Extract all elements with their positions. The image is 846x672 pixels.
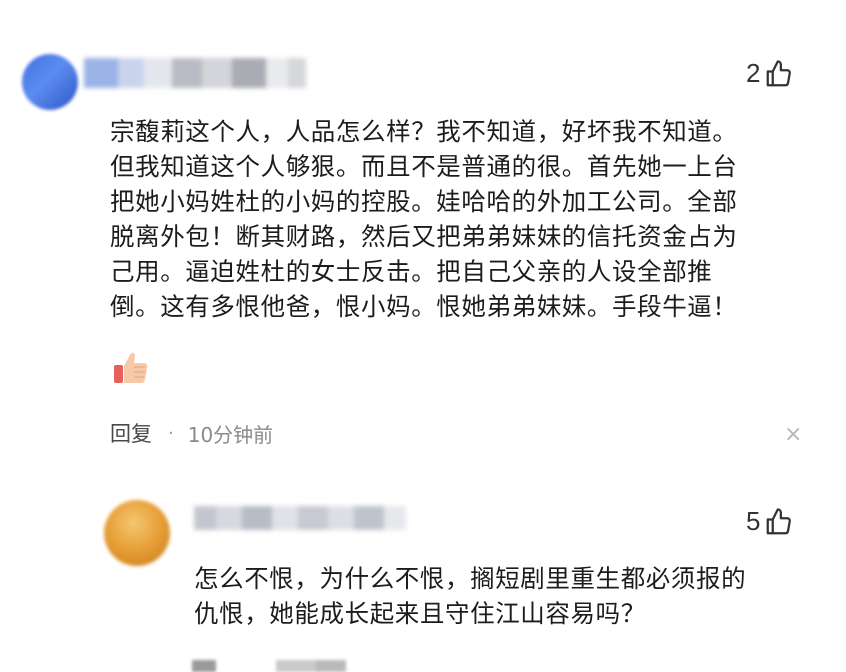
comment-text: 怎么不恨，为什么不恨，搁短剧里重生都必须报的 仇恨，她能成长起来且守住江山容易吗… bbox=[194, 561, 814, 631]
like-count: 2 bbox=[746, 58, 761, 88]
thumbs-up-emoji-icon bbox=[112, 349, 150, 385]
comment-text-line: 己用。逼迫姓杜的女士反击。把自己父亲的人设全部推 bbox=[110, 257, 713, 286]
close-icon[interactable]: × bbox=[784, 424, 802, 446]
thumbs-up-outline-icon bbox=[764, 59, 794, 89]
comment-text: 宗馥莉这个人，人品怎么样？我不知道，好坏我不知道。 但我知道这个人够狠。而且不是… bbox=[110, 114, 810, 324]
username-blurred[interactable] bbox=[84, 58, 306, 88]
comment-text-line: 把她小妈姓杜的小妈的控股。娃哈哈的外加工公司。全部 bbox=[110, 187, 738, 216]
comment-text-line: 但我知道这个人够狠。而且不是普通的很。首先她一上台 bbox=[110, 152, 738, 181]
comment-text-line: 脱离外包！断其财路，然后又把弟弟妹妹的信托资金占为 bbox=[110, 222, 738, 251]
comment-text-line: 宗馥莉这个人，人品怎么样？我不知道，好坏我不知道。 bbox=[110, 117, 738, 146]
comment-timestamp: 10分钟前 bbox=[187, 422, 274, 447]
comment-meta: 回复 · 10分钟前 bbox=[110, 418, 273, 448]
thumbs-up-outline-icon bbox=[764, 507, 794, 537]
meta-separator: · bbox=[168, 422, 174, 444]
next-meta-cutoff bbox=[192, 660, 346, 672]
like-button[interactable]: 2 bbox=[746, 58, 794, 89]
comment-text-line: 怎么不恨，为什么不恨，搁短剧里重生都必须报的 bbox=[194, 564, 747, 593]
like-button[interactable]: 5 bbox=[746, 506, 794, 537]
comment-text-line: 倒。这有多恨他爸，恨小妈。恨她弟弟妹妹。手段牛逼！ bbox=[110, 292, 738, 321]
username-blurred[interactable] bbox=[194, 506, 406, 530]
like-count: 5 bbox=[746, 506, 761, 536]
avatar[interactable] bbox=[22, 54, 78, 110]
comment-text-line: 仇恨，她能成长起来且守住江山容易吗？ bbox=[194, 599, 646, 628]
avatar[interactable] bbox=[104, 500, 170, 566]
reply-button[interactable]: 回复 bbox=[110, 418, 152, 448]
